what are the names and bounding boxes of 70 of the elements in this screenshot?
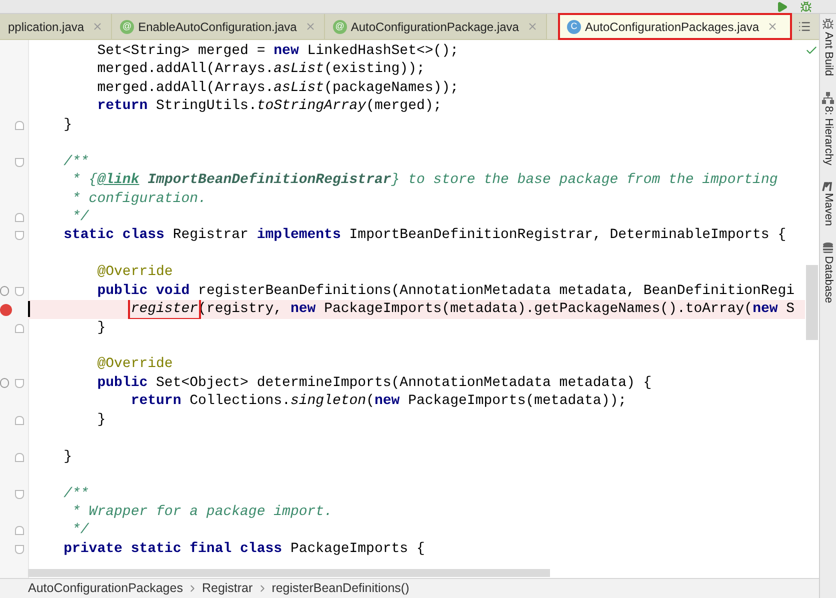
fold-icon[interactable]: [15, 378, 24, 388]
breadcrumb-item[interactable]: AutoConfigurationPackages: [28, 579, 183, 598]
fold-icon[interactable]: [15, 286, 24, 296]
tab-label: AutoConfigurationPackages.java: [584, 18, 760, 36]
fold-icon[interactable]: [15, 452, 24, 462]
close-icon[interactable]: [526, 21, 538, 32]
tab-label: EnableAutoConfiguration.java: [138, 18, 297, 36]
code-line: register(registry, new PackageImports(metadata).getPackageNames().toArray(new S: [28, 301, 795, 318]
fold-icon[interactable]: [15, 158, 24, 167]
override-marker-icon[interactable]: [0, 286, 9, 296]
code-line: */: [71, 208, 89, 225]
tab-list-icon[interactable]: [798, 20, 811, 33]
tool-window-button[interactable]: Database: [820, 256, 836, 304]
fold-icon[interactable]: [15, 526, 24, 536]
code-line: return Collections.singleton(new PackageImports(metadata));: [130, 393, 627, 410]
editor-tab[interactable]: C AutoConfigurationPackages.java: [558, 14, 792, 39]
code-line: }: [96, 412, 106, 428]
code-line: merged.addAll(Arrays.asList(existing));: [96, 61, 425, 78]
fold-icon[interactable]: [15, 324, 24, 333]
breadcrumb-item[interactable]: registerBeanDefinitions(): [272, 579, 410, 598]
code-line: * {@link ImportBeanDefinitionRegistrar} to store the base package from the importing: [71, 172, 778, 188]
run-icon[interactable]: [776, 0, 788, 12]
fold-icon[interactable]: [15, 544, 24, 554]
tab-label: pplication.java: [8, 18, 84, 36]
code-line: }: [62, 116, 72, 133]
code-line: * Wrapper for a package import.: [71, 504, 332, 520]
horizontal-scrollbar[interactable]: [28, 569, 550, 577]
code-line: return StringUtils.toStringArray(merged);: [96, 98, 442, 114]
fold-icon[interactable]: [15, 490, 24, 498]
code-line: static class Registrar implements ImportBeanDefinitionRegistrar, DeterminableImports {: [62, 227, 786, 244]
fold-icon[interactable]: [15, 212, 24, 222]
code-line: /**: [62, 486, 89, 502]
scrollbar-thumb[interactable]: [806, 265, 818, 340]
code-line: * configuration.: [71, 190, 206, 206]
text-caret: [28, 301, 30, 318]
hierarchy-icon: [822, 92, 834, 104]
code-line: }: [96, 320, 106, 336]
code-line: public void registerBeanDefinitions(AnnotationMetadata metadata, BeanDefinitionRegi: [96, 282, 795, 299]
code-line: public Set<Object> determineImports(AnnotationMetadata metadata) {: [96, 374, 652, 391]
code-line: merged.addAll(Arrays.asList(packageNames));: [96, 80, 458, 96]
tool-window-button[interactable]: Maven: [820, 193, 836, 226]
code-line: */: [71, 522, 89, 538]
breakpoint-icon[interactable]: [0, 304, 12, 316]
code-line: @Override: [96, 356, 173, 372]
code-line: /**: [62, 154, 89, 170]
fold-icon[interactable]: [15, 416, 24, 425]
database-icon: [822, 242, 834, 254]
editor-tab[interactable]: @ EnableAutoConfiguration.java: [112, 14, 325, 39]
fold-icon[interactable]: [15, 231, 24, 240]
code-line: }: [62, 448, 72, 465]
close-icon[interactable]: [92, 21, 104, 32]
maven-icon: [822, 181, 834, 192]
tool-window-button[interactable]: 8: Hierarchy: [820, 106, 836, 166]
bug-icon: [822, 18, 834, 30]
code-line: private static final class PackageImports {: [62, 540, 425, 557]
close-icon[interactable]: [767, 21, 778, 32]
file-type-icon: @: [332, 20, 347, 34]
close-icon[interactable]: [304, 21, 316, 32]
file-type-icon: @: [120, 20, 134, 34]
code-line: Set<String> merged = new LinkedHashSet<>();: [96, 43, 458, 59]
editor-tab[interactable]: pplication.java: [0, 14, 112, 39]
editor-tab[interactable]: @ AutoConfigurationPackage.java: [324, 14, 547, 39]
debug-icon[interactable]: [800, 0, 812, 12]
fold-icon[interactable]: [15, 120, 24, 130]
override-marker-icon[interactable]: [0, 378, 9, 388]
tool-window-button[interactable]: Ant Build: [820, 32, 836, 76]
code-line: @Override: [96, 264, 173, 280]
tab-label: AutoConfigurationPackage.java: [350, 18, 519, 36]
file-type-icon: C: [566, 20, 581, 34]
breadcrumb-item[interactable]: Registrar: [202, 579, 253, 598]
